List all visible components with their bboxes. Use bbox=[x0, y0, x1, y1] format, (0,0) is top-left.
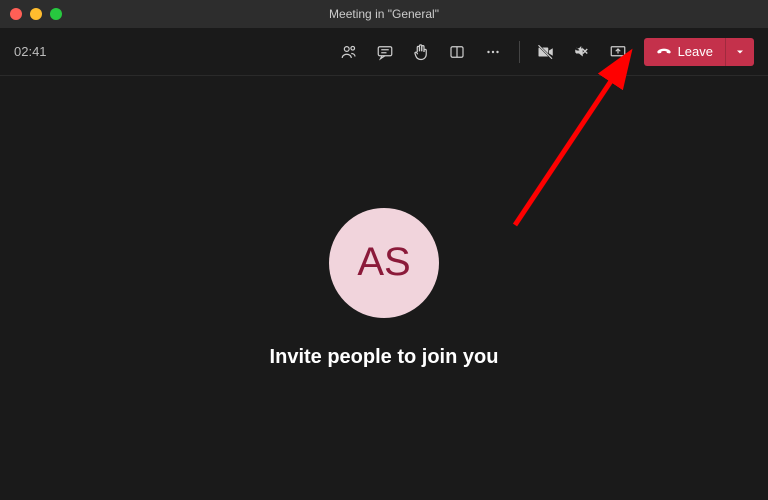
participants-icon[interactable] bbox=[333, 36, 365, 68]
window-controls bbox=[10, 8, 62, 20]
rooms-icon[interactable] bbox=[441, 36, 473, 68]
toolbar-separator bbox=[519, 41, 520, 63]
chat-icon[interactable] bbox=[369, 36, 401, 68]
leave-dropdown-button[interactable] bbox=[725, 38, 754, 66]
meeting-stage: AS Invite people to join you bbox=[0, 76, 768, 500]
avatar-initials: AS bbox=[357, 240, 410, 285]
leave-label: Leave bbox=[678, 44, 713, 59]
minimize-window-button[interactable] bbox=[30, 8, 42, 20]
mic-off-icon[interactable] bbox=[566, 36, 598, 68]
hangup-icon bbox=[656, 44, 672, 60]
titlebar: Meeting in "General" bbox=[0, 0, 768, 28]
leave-button[interactable]: Leave bbox=[644, 38, 725, 66]
close-window-button[interactable] bbox=[10, 8, 22, 20]
leave-button-group: Leave bbox=[644, 38, 754, 66]
camera-off-icon[interactable] bbox=[530, 36, 562, 68]
call-timer: 02:41 bbox=[14, 44, 47, 59]
share-screen-icon[interactable] bbox=[602, 36, 634, 68]
chevron-down-icon bbox=[734, 46, 746, 58]
raise-hand-icon[interactable] bbox=[405, 36, 437, 68]
toolbar-controls: Leave bbox=[333, 36, 754, 68]
window-title: Meeting in "General" bbox=[329, 7, 439, 21]
invite-prompt: Invite people to join you bbox=[270, 346, 499, 369]
more-actions-icon[interactable] bbox=[477, 36, 509, 68]
avatar: AS bbox=[329, 208, 439, 318]
maximize-window-button[interactable] bbox=[50, 8, 62, 20]
meeting-toolbar: 02:41 bbox=[0, 28, 768, 76]
